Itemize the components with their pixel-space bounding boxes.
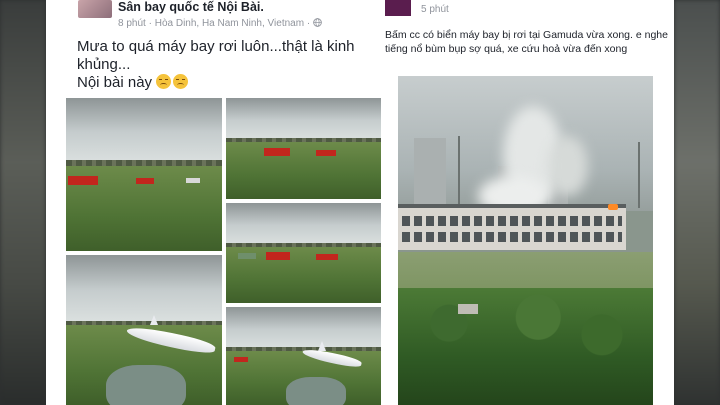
globe-icon	[313, 18, 322, 27]
meta-separator: ·	[148, 18, 152, 29]
disappointed-face-icon	[173, 74, 189, 89]
photo-5[interactable]	[226, 307, 381, 405]
right-facebook-post: 5 phút Bấm cc có biển máy bay bị rơi tại…	[381, 0, 674, 405]
photo-1[interactable]	[66, 98, 222, 251]
post-meta: 8 phút · Hòa Dinh, Ha Nam Ninh, Vietnam …	[118, 18, 322, 29]
post-time[interactable]: 8 phút	[118, 18, 146, 29]
post-location[interactable]: Hòa Dinh, Ha Nam Ninh, Vietnam	[155, 18, 304, 29]
user-avatar[interactable]	[385, 0, 411, 16]
disappointed-face-icon	[156, 74, 172, 89]
smoke-photo[interactable]	[398, 76, 653, 405]
post-text-line-2-label: Nội bài này	[77, 74, 153, 91]
left-facebook-post: Sân bay quốc tế Nội Bài. 8 phút · Hòa Di…	[46, 0, 387, 405]
blurred-background-left	[0, 0, 46, 405]
photo-4[interactable]	[66, 255, 222, 405]
page-avatar[interactable]	[78, 0, 112, 18]
blurred-background-right	[674, 0, 720, 405]
post-meta: 5 phút	[421, 4, 449, 15]
photo-3[interactable]	[226, 203, 381, 303]
post-text: Bấm cc có biển máy bay bị rơi tại Gamuda…	[385, 29, 668, 55]
post-text-line-2: Nội bài này	[77, 74, 377, 92]
meta-separator: ·	[306, 18, 311, 29]
post-time[interactable]: 5 phút	[421, 4, 449, 15]
post-text: Mưa to quá máy bay rơi luôn...thật là ki…	[77, 38, 377, 92]
page-name[interactable]: Sân bay quốc tế Nội Bài.	[118, 0, 264, 14]
post-text-line-1: Mưa to quá máy bay rơi luôn...thật là ki…	[77, 38, 355, 73]
photo-2[interactable]	[226, 98, 381, 199]
